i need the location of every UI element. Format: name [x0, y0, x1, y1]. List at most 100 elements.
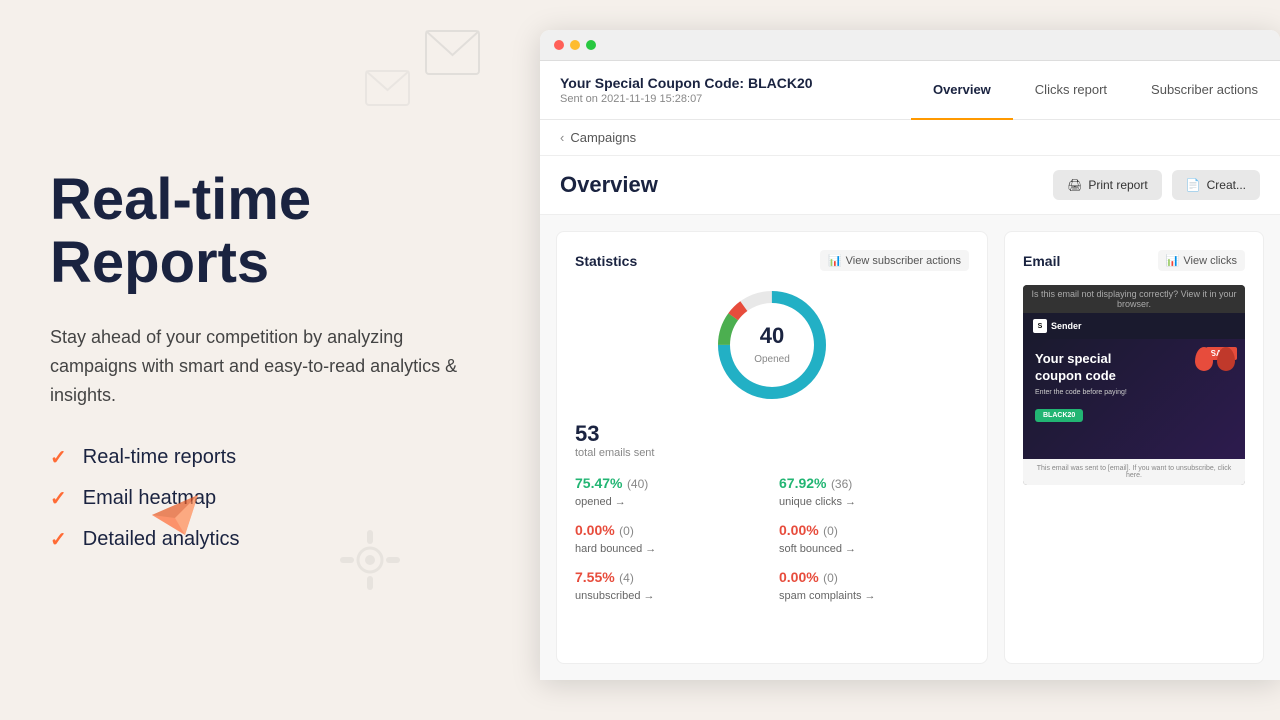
create-icon: 📄: [1186, 178, 1201, 192]
stat-hard-bounced-label[interactable]: hard bounced →: [575, 543, 765, 555]
stat-soft-bounced-pct: 0.00%: [779, 522, 819, 538]
total-number: 53: [575, 421, 969, 447]
check-icon-3: ✓: [50, 527, 67, 552]
statistics-card: Statistics 📊 View subscriber actions: [556, 231, 988, 664]
right-panel: Your Special Coupon Code: BLACK20 Sent o…: [540, 0, 1280, 720]
create-label: Creat...: [1207, 178, 1246, 192]
breadcrumb[interactable]: Campaigns: [570, 130, 636, 145]
app-header: Your Special Coupon Code: BLACK20 Sent o…: [540, 61, 1280, 120]
sender-logo-text: Sender: [1051, 321, 1082, 331]
stat-unique-clicks-label[interactable]: unique clicks →: [779, 496, 969, 508]
feature-item-1: ✓ Real-time reports: [50, 445, 490, 470]
breadcrumb-bar: ‹ Campaigns: [540, 120, 1280, 156]
email-preview-footer: This email was sent to [email]. If you w…: [1023, 459, 1245, 485]
email-preview: Is this email not displaying correctly? …: [1023, 285, 1245, 485]
balloon-1: [1195, 347, 1213, 371]
view-subscriber-actions-label: View subscriber actions: [846, 255, 961, 267]
donut-chart-container: 40 Opened: [575, 285, 969, 405]
campaign-title: Your Special Coupon Code: BLACK20: [560, 75, 891, 91]
donut-number: 40: [754, 323, 790, 349]
stat-opened-pct: 75.47%: [575, 475, 622, 491]
stat-hard-bounced-count: (0): [619, 524, 634, 538]
bar-chart-icon: 📊: [828, 254, 842, 267]
email-preview-logobar: S Sender: [1023, 313, 1245, 339]
stat-unsubscribed-value: 7.55% (4): [575, 569, 765, 587]
email-preview-hero: SALE Your special coupon code Enter the …: [1023, 339, 1245, 459]
page-title: Overview: [560, 172, 658, 198]
total-sent: 53 total emails sent: [575, 421, 969, 459]
email-card: Email 📊 View clicks Is this email not di…: [1004, 231, 1264, 664]
total-label: total emails sent: [575, 447, 969, 459]
stats-grid: 75.47% (40) opened → 67.92% (36): [575, 475, 969, 602]
stat-soft-bounced-label[interactable]: soft bounced →: [779, 543, 969, 555]
app-content: ‹ Campaigns Overview 🖨 Print report 📄 Cr…: [540, 120, 1280, 680]
print-report-button[interactable]: 🖨 Print report: [1053, 170, 1162, 200]
stat-unsubscribed-count: (4): [619, 571, 634, 585]
stat-hard-bounced-pct: 0.00%: [575, 522, 615, 538]
check-icon-1: ✓: [50, 445, 67, 470]
stat-unsubscribed: 7.55% (4) unsubscribed →: [575, 569, 765, 602]
left-panel: Real-time Reports Stay ahead of your com…: [0, 0, 540, 720]
email-preview-heading: Your special coupon code: [1035, 351, 1135, 385]
page-header: Overview 🖨 Print report 📄 Creat...: [540, 156, 1280, 215]
browser-dot-red: [554, 40, 564, 50]
tab-subscriber-actions[interactable]: Subscriber actions: [1129, 61, 1280, 120]
stat-hard-bounced-value: 0.00% (0): [575, 522, 765, 540]
envelope-deco-1: [425, 30, 480, 75]
stat-spam-label[interactable]: spam complaints →: [779, 590, 969, 602]
email-card-title: Email: [1023, 253, 1060, 269]
nav-tabs: Overview Clicks report Subscriber action…: [911, 61, 1280, 119]
header-buttons: 🖨 Print report 📄 Creat...: [1053, 170, 1260, 200]
browser-chrome: [540, 30, 1280, 61]
stat-spam-count: (0): [823, 571, 838, 585]
stat-spam: 0.00% (0) spam complaints →: [779, 569, 969, 602]
stat-unsubscribed-pct: 7.55%: [575, 569, 615, 585]
browser-dot-yellow: [570, 40, 580, 50]
printer-icon: 🖨: [1067, 178, 1082, 192]
stats-card-title: Statistics: [575, 253, 637, 269]
browser-dot-green: [586, 40, 596, 50]
browser-window: Your Special Coupon Code: BLACK20 Sent o…: [540, 30, 1280, 680]
stat-unique-clicks-value: 67.92% (36): [779, 475, 969, 493]
bar-chart-icon-2: 📊: [1166, 254, 1180, 267]
feature-label-2: Email heatmap: [83, 487, 216, 510]
stat-unique-clicks-count: (36): [831, 477, 852, 491]
email-balloons: [1195, 347, 1235, 371]
envelope-deco-2: [365, 70, 410, 106]
tab-clicks-report[interactable]: Clicks report: [1013, 61, 1129, 120]
email-card-header: Email 📊 View clicks: [1023, 250, 1245, 271]
two-column-layout: Statistics 📊 View subscriber actions: [540, 215, 1280, 680]
balloon-2: [1217, 347, 1235, 371]
stat-opened-value: 75.47% (40): [575, 475, 765, 493]
view-clicks-button[interactable]: 📊 View clicks: [1158, 250, 1245, 271]
check-icon-2: ✓: [50, 486, 67, 511]
stats-card-header: Statistics 📊 View subscriber actions: [575, 250, 969, 271]
view-subscriber-actions-button[interactable]: 📊 View subscriber actions: [820, 250, 969, 271]
stat-unique-clicks: 67.92% (36) unique clicks →: [779, 475, 969, 508]
feature-label-1: Real-time reports: [83, 446, 236, 469]
stat-opened: 75.47% (40) opened →: [575, 475, 765, 508]
stat-soft-bounced-value: 0.00% (0): [779, 522, 969, 540]
create-button[interactable]: 📄 Creat...: [1172, 170, 1260, 200]
breadcrumb-arrow-icon: ‹: [560, 130, 564, 145]
tab-overview[interactable]: Overview: [911, 61, 1013, 120]
email-preview-subtext: Enter the code before paying!: [1035, 389, 1233, 396]
donut-chart: 40 Opened: [712, 285, 832, 405]
feature-label-3: Detailed analytics: [83, 528, 240, 551]
stat-hard-bounced: 0.00% (0) hard bounced →: [575, 522, 765, 555]
stat-unsubscribed-label[interactable]: unsubscribed →: [575, 590, 765, 602]
campaign-info: Your Special Coupon Code: BLACK20 Sent o…: [540, 61, 911, 119]
subtitle: Stay ahead of your competition by analyz…: [50, 323, 470, 409]
stat-spam-value: 0.00% (0): [779, 569, 969, 587]
stat-opened-label[interactable]: opened →: [575, 496, 765, 508]
coupon-code-button: BLACK20: [1035, 409, 1083, 422]
features-list: ✓ Real-time reports ✓ Email heatmap ✓ De…: [50, 445, 490, 552]
stat-opened-count: (40): [627, 477, 648, 491]
print-report-label: Print report: [1088, 178, 1147, 192]
stat-spam-pct: 0.00%: [779, 569, 819, 585]
donut-center: 40 Opened: [754, 323, 790, 367]
feature-item-2: ✓ Email heatmap: [50, 486, 490, 511]
donut-label: Opened: [754, 354, 790, 365]
campaign-date: Sent on 2021-11-19 15:28:07: [560, 93, 891, 105]
feature-item-3: ✓ Detailed analytics: [50, 527, 490, 552]
